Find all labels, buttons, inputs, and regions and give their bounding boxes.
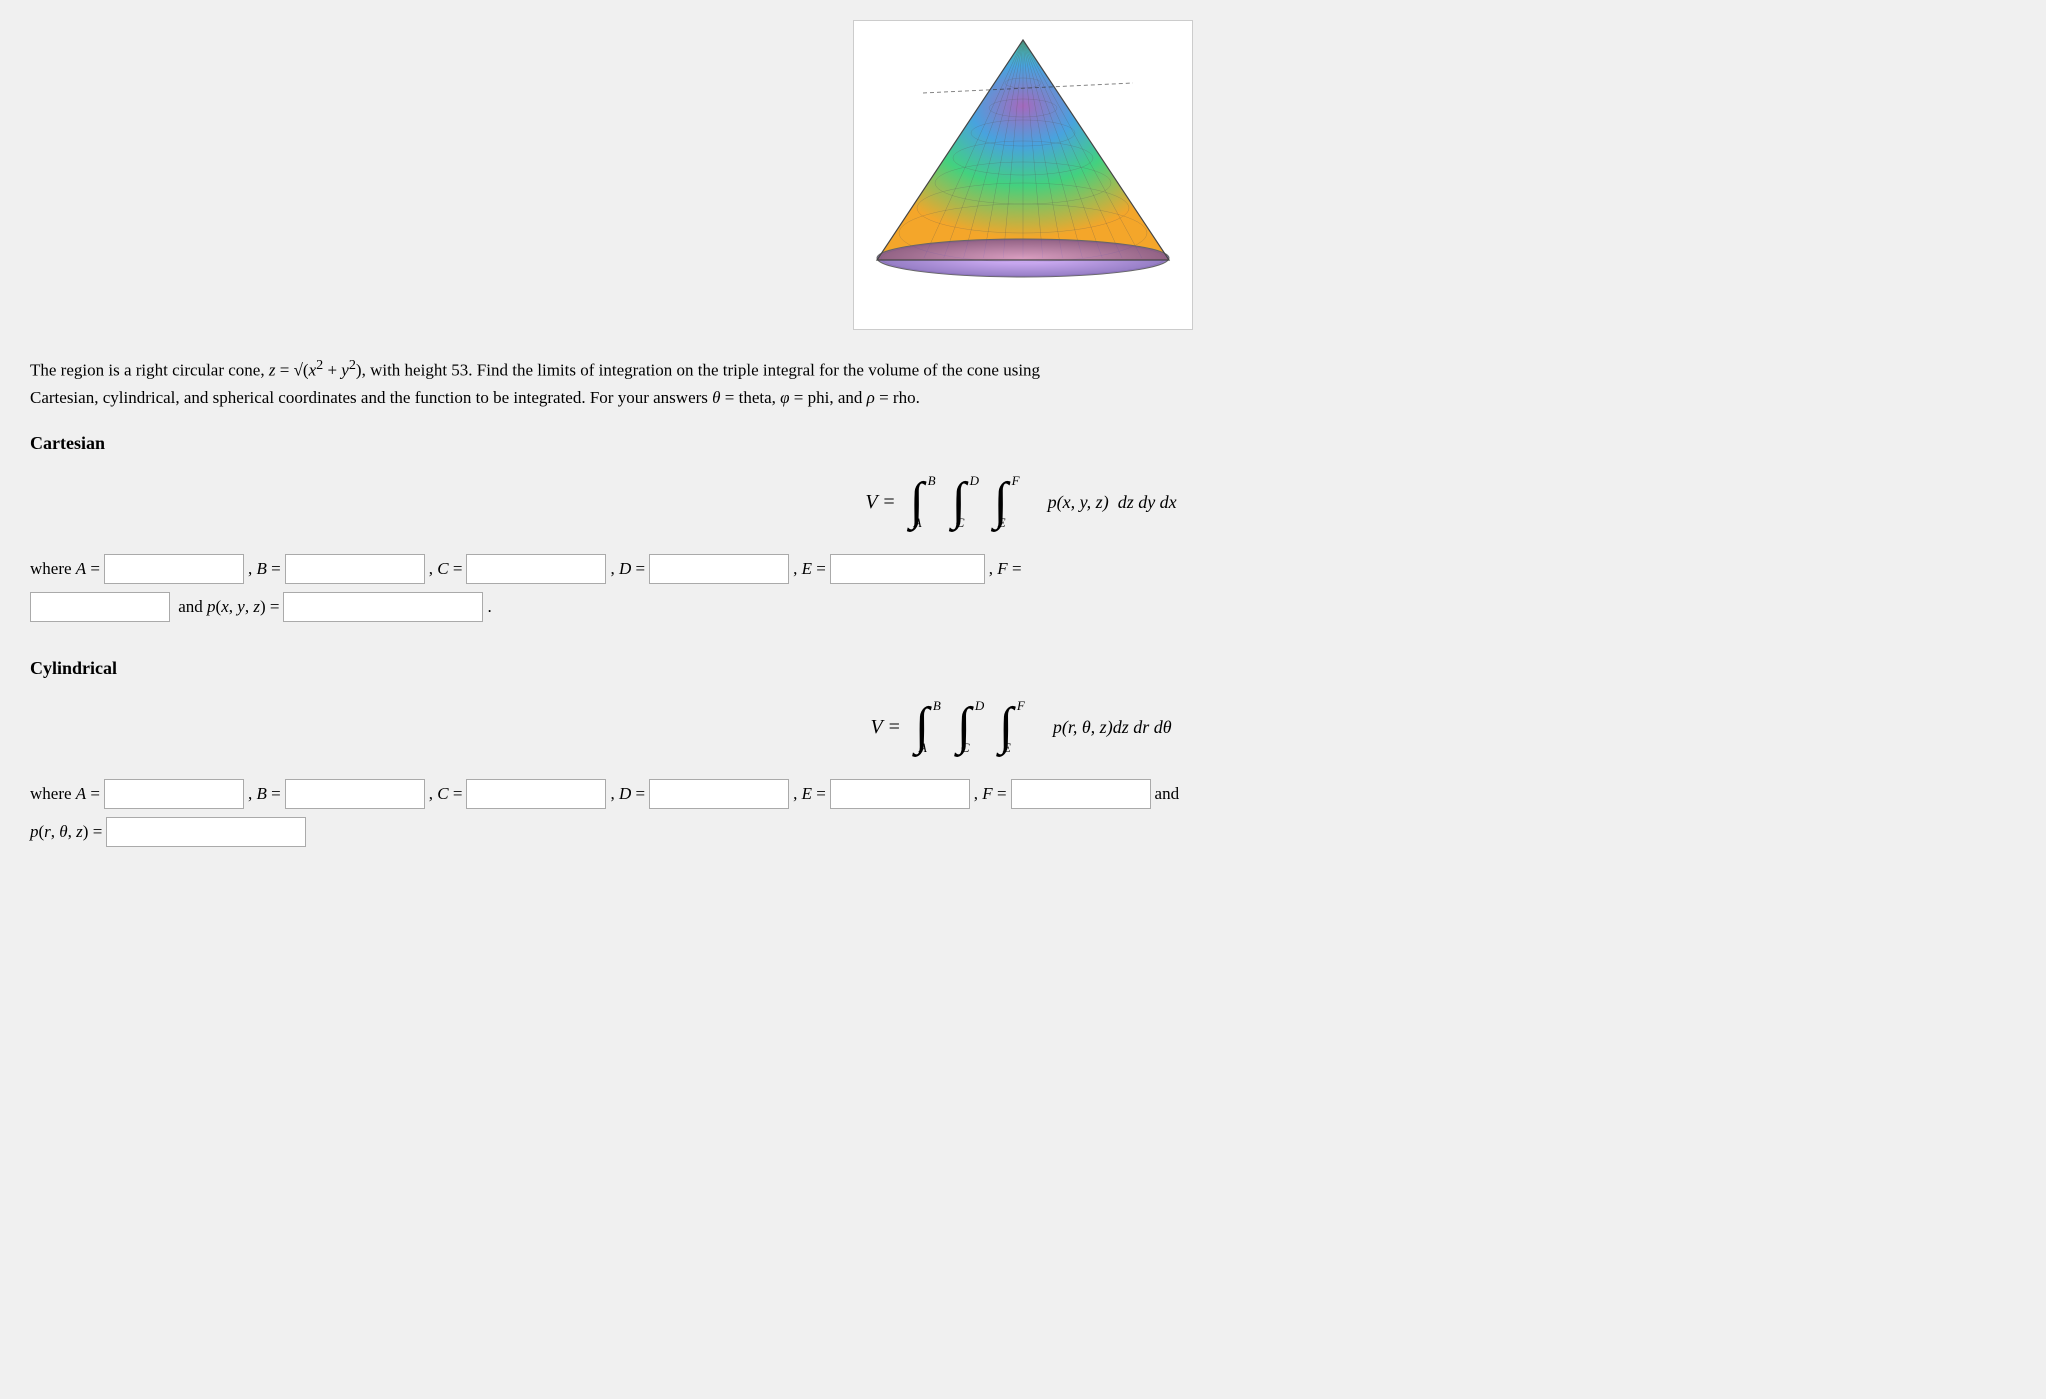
- cylindrical-integral-display: V = ∫ B A ∫ D C ∫ F E p(r, θ, z)dz dr dθ: [30, 697, 2016, 757]
- cylindrical-input-F[interactable]: [1011, 779, 1151, 809]
- cartesian-input-C[interactable]: [466, 554, 606, 584]
- cartesian-input-p[interactable]: [283, 592, 483, 622]
- cylindrical-input-C[interactable]: [466, 779, 606, 809]
- cartesian-p-label: and p(x, y, z) =: [174, 597, 279, 617]
- cylindrical-E-label: , E =: [793, 784, 826, 804]
- cartesian-integral-1: ∫ B A: [910, 472, 946, 532]
- cartesian-where-label: where A =: [30, 559, 100, 579]
- cylindrical-C-label: , C =: [429, 784, 463, 804]
- cartesian-second-row: and p(x, y, z) = .: [30, 592, 2016, 622]
- cartesian-B-label: , B =: [248, 559, 281, 579]
- cartesian-F-label: , F =: [989, 559, 1022, 579]
- cylindrical-v-label: V =: [870, 716, 900, 739]
- cylindrical-integral-3: ∫ F E: [999, 697, 1035, 757]
- cartesian-period: .: [487, 597, 491, 617]
- cylindrical-second-row: p(r, θ, z) =: [30, 817, 2016, 847]
- cylindrical-where-row: where A = , B = , C = , D = , E = , F = …: [30, 779, 2016, 809]
- cylindrical-input-D[interactable]: [649, 779, 789, 809]
- cartesian-integrand: p(x, y, z) dz dy dx: [1048, 492, 1177, 513]
- cartesian-input-D[interactable]: [649, 554, 789, 584]
- cartesian-where-row: where A = , B = , C = , D = , E = , F =: [30, 554, 2016, 584]
- cylindrical-integral-2: ∫ D C: [957, 697, 993, 757]
- cylindrical-F-label: , F =: [974, 784, 1007, 804]
- cylindrical-input-E[interactable]: [830, 779, 970, 809]
- cartesian-input-A[interactable]: [104, 554, 244, 584]
- cartesian-title: Cartesian: [30, 433, 2016, 454]
- cylindrical-section: Cylindrical V = ∫ B A ∫ D C ∫ F E p(r, θ…: [30, 658, 2016, 847]
- cylindrical-and-label: and: [1155, 784, 1180, 804]
- cone-image: [853, 20, 1193, 330]
- cylindrical-integral-1: ∫ B A: [915, 697, 951, 757]
- cartesian-input-F[interactable]: [30, 592, 170, 622]
- cylindrical-input-B[interactable]: [285, 779, 425, 809]
- cone-image-container: [30, 20, 2016, 330]
- cartesian-D-label: , D =: [610, 559, 645, 579]
- cartesian-E-label: , E =: [793, 559, 826, 579]
- cartesian-v-label: V =: [865, 491, 895, 514]
- cylindrical-input-p[interactable]: [106, 817, 306, 847]
- cylindrical-B-label: , B =: [248, 784, 281, 804]
- cartesian-integral-2: ∫ D C: [952, 472, 988, 532]
- cylindrical-D-label: , D =: [610, 784, 645, 804]
- cylindrical-p-label: p(r, θ, z) =: [30, 822, 102, 842]
- cartesian-input-B[interactable]: [285, 554, 425, 584]
- cylindrical-input-A[interactable]: [104, 779, 244, 809]
- cartesian-input-E[interactable]: [830, 554, 985, 584]
- cylindrical-where-label: where A =: [30, 784, 100, 804]
- cylindrical-integrand: p(r, θ, z)dz dr dθ: [1053, 717, 1172, 738]
- cartesian-section: Cartesian V = ∫ B A ∫ D C ∫ F E p(x, y, …: [30, 433, 2016, 622]
- cartesian-integral-display: V = ∫ B A ∫ D C ∫ F E p(x, y, z) dz dy d…: [30, 472, 2016, 532]
- cartesian-C-label: , C =: [429, 559, 463, 579]
- cartesian-integral-3: ∫ F E: [994, 472, 1030, 532]
- cylindrical-title: Cylindrical: [30, 658, 2016, 679]
- problem-text: The region is a right circular cone, z =…: [30, 354, 1050, 411]
